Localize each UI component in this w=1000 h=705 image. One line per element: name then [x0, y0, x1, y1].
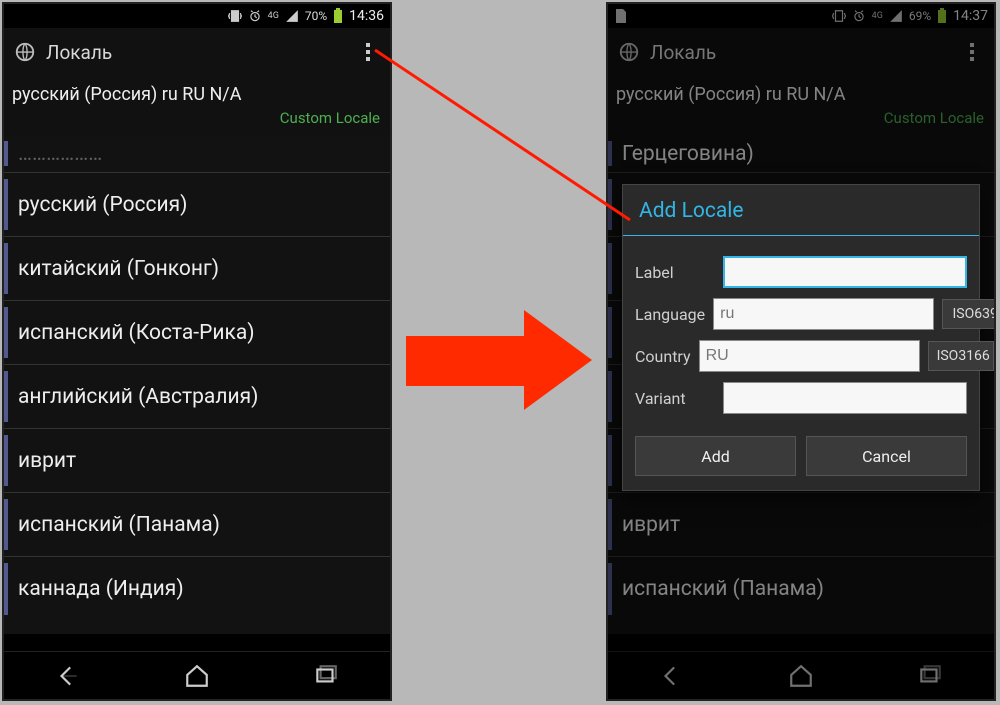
label-field-label: Label: [635, 263, 715, 282]
list-item[interactable]: иврит: [4, 429, 390, 493]
recent-apps-icon[interactable]: [312, 662, 340, 690]
add-locale-dialog: Add Locale Label Language ISO639 Country…: [622, 184, 980, 491]
action-bar: Локаль: [4, 28, 390, 76]
vibrate-icon: [832, 9, 846, 23]
battery-percent: 69%: [909, 9, 931, 23]
arrow-icon: [406, 310, 596, 410]
current-locale-line: русский (Россия) ru RU N/A: [4, 76, 390, 107]
label-input[interactable]: [723, 256, 967, 288]
phone-screenshot-left: 4G 70% 14:36 Локаль русский (Россия) ru …: [2, 2, 392, 701]
list-item[interactable]: китайский (Гонконг): [4, 237, 390, 301]
overflow-menu-button[interactable]: [356, 37, 380, 67]
language-field-label: Language: [635, 305, 705, 324]
iso639-button[interactable]: ISO639: [942, 299, 996, 329]
list-item[interactable]: русский (Россия): [4, 173, 390, 237]
navigation-bar: [4, 651, 390, 699]
app-title: Локаль: [650, 41, 960, 64]
network-4g-icon: 4G: [268, 12, 279, 21]
dialog-title: Add Locale: [623, 185, 979, 236]
clock-time: 14:36: [349, 8, 384, 24]
home-icon[interactable]: [787, 662, 815, 690]
home-icon[interactable]: [183, 662, 211, 690]
recent-apps-icon[interactable]: [916, 662, 944, 690]
list-item[interactable]: иврит: [608, 493, 994, 557]
status-bar: 4G 69% 14:37: [608, 4, 994, 28]
variant-field-label: Variant: [635, 389, 715, 408]
country-input[interactable]: [699, 340, 920, 372]
custom-locale-label[interactable]: Custom Locale: [4, 107, 390, 135]
list-item[interactable]: испанский (Панама): [4, 493, 390, 557]
vibrate-icon: [228, 9, 242, 23]
custom-locale-label[interactable]: Custom Locale: [608, 107, 994, 135]
locale-list[interactable]: ……………… русский (Россия) китайский (Гонко…: [4, 135, 390, 634]
list-item[interactable]: ………………: [4, 135, 390, 173]
status-bar: 4G 70% 14:36: [4, 4, 390, 28]
navigation-bar: [608, 651, 994, 699]
alarm-icon: [248, 9, 262, 23]
list-item[interactable]: испанский (Коста-Рика): [4, 301, 390, 365]
globe-icon: [14, 41, 36, 63]
phone-screenshot-right: 4G 69% 14:37 Локаль русский (Россия) ru …: [606, 2, 996, 701]
language-input[interactable]: [713, 298, 934, 330]
list-item[interactable]: английский (Австралия): [4, 365, 390, 429]
globe-icon: [618, 41, 640, 63]
overflow-menu-button[interactable]: [960, 37, 984, 67]
back-icon[interactable]: [54, 662, 82, 690]
list-item[interactable]: испанский (Панама): [608, 557, 994, 621]
app-title: Локаль: [46, 41, 356, 64]
list-item[interactable]: Герцеговина): [608, 135, 994, 173]
list-item[interactable]: каннада (Индия): [4, 557, 390, 621]
clock-time: 14:37: [953, 8, 988, 24]
country-field-label: Country: [635, 347, 691, 366]
network-4g-icon: 4G: [872, 12, 883, 21]
iso3166-button[interactable]: ISO3166: [928, 341, 994, 371]
current-locale-line: русский (Россия) ru RU N/A: [608, 76, 994, 107]
alarm-icon: [852, 9, 866, 23]
variant-input[interactable]: [723, 382, 967, 414]
battery-percent: 70%: [305, 9, 327, 23]
signal-icon: [889, 9, 903, 23]
battery-icon: [937, 8, 947, 24]
battery-icon: [333, 8, 343, 24]
signal-icon: [285, 9, 299, 23]
action-bar: Локаль: [608, 28, 994, 76]
back-icon[interactable]: [658, 662, 686, 690]
sdcard-icon: [614, 9, 626, 23]
cancel-button[interactable]: Cancel: [806, 436, 967, 476]
add-button[interactable]: Add: [635, 436, 796, 476]
